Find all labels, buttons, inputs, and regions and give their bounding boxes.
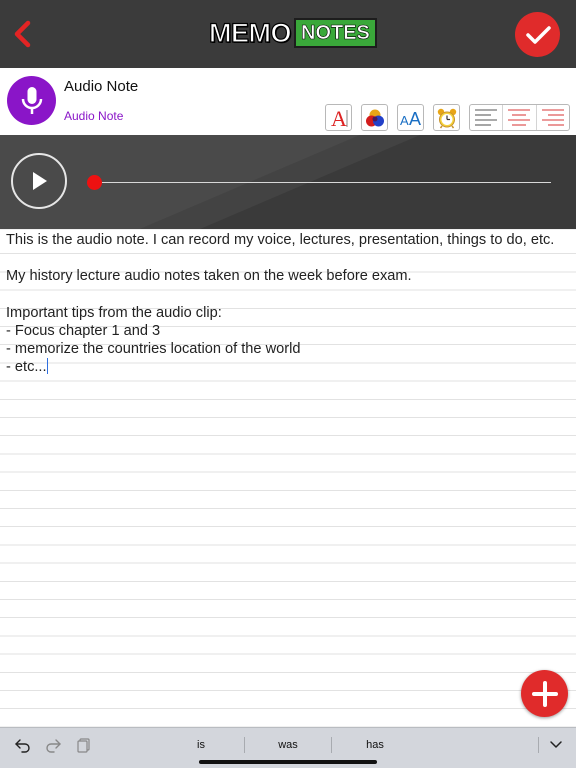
back-button[interactable] (8, 14, 38, 54)
color-palette-button[interactable] (361, 104, 388, 131)
note-body-content: This is the audio note. I can record my … (6, 232, 555, 376)
logo-notes-text: NOTES (294, 18, 377, 48)
font-size-icon: A A (400, 109, 421, 129)
note-title[interactable]: Audio Note (64, 78, 138, 95)
suggestion-3[interactable]: has (332, 736, 418, 754)
alarm-clock-icon (437, 108, 456, 128)
svg-text:A: A (409, 109, 421, 129)
align-center-button[interactable] (502, 105, 535, 130)
chevron-down-icon (550, 741, 562, 748)
play-icon (33, 172, 47, 190)
save-button[interactable] (515, 12, 560, 57)
audio-player (0, 135, 576, 229)
color-palette-icon (365, 109, 384, 126)
audio-progress-thumb[interactable] (87, 175, 102, 190)
paste-button[interactable] (75, 737, 93, 753)
redo-icon (46, 739, 61, 753)
checkmark-icon (525, 25, 551, 44)
note-header: Audio Note Audio Note A A A (0, 68, 576, 135)
text-alignment-group (469, 104, 570, 131)
align-left-button[interactable] (470, 105, 502, 130)
microphone-icon (21, 86, 42, 114)
align-right-button[interactable] (535, 105, 569, 130)
plus-icon (531, 680, 558, 707)
suggestion-divider (538, 737, 539, 753)
logo-memo-text: MEMO (208, 17, 292, 48)
clipboard-icon (77, 738, 90, 753)
top-bar: MEMO NOTES (0, 0, 576, 68)
note-editor[interactable]: This is the audio note. I can record my … (0, 229, 576, 727)
font-color-icon: A (331, 107, 347, 129)
font-size-button[interactable]: A A (397, 104, 424, 131)
font-color-button[interactable]: A (325, 104, 352, 131)
redo-button[interactable] (44, 737, 62, 753)
chevron-left-icon (14, 20, 31, 48)
note-body-text[interactable]: This is the audio note. I can record my … (6, 231, 568, 377)
note-type-avatar[interactable] (7, 76, 56, 125)
note-category[interactable]: Audio Note (64, 109, 123, 123)
reminder-button[interactable] (433, 104, 460, 131)
audio-progress-track[interactable] (94, 182, 551, 183)
suggestion-1[interactable]: is (158, 736, 244, 754)
undo-icon (15, 739, 30, 753)
add-button[interactable] (521, 670, 568, 717)
align-left-icon (475, 108, 498, 126)
svg-text:A: A (400, 113, 409, 128)
app-logo: MEMO NOTES (208, 17, 377, 49)
align-right-icon (541, 108, 564, 126)
suggestion-2[interactable]: was (245, 736, 331, 754)
home-indicator[interactable] (199, 760, 377, 764)
play-button[interactable] (11, 153, 67, 209)
text-cursor (46, 358, 48, 375)
undo-button[interactable] (14, 737, 32, 753)
align-center-icon (508, 108, 531, 126)
svg-text:A: A (331, 107, 347, 129)
dismiss-keyboard-button[interactable] (547, 737, 565, 753)
